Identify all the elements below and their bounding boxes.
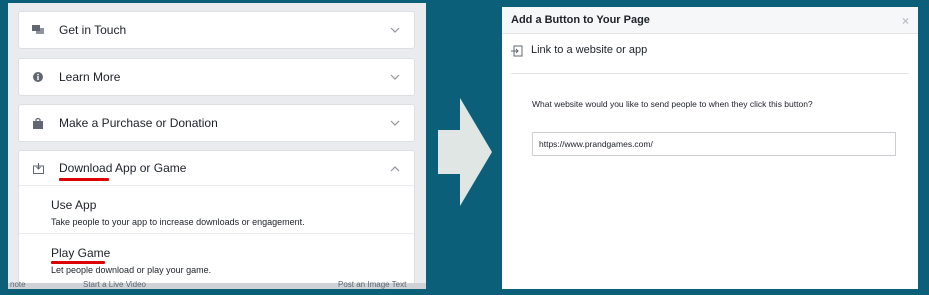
shopping-bag-icon	[31, 116, 45, 130]
chevron-down-icon	[390, 74, 400, 80]
cut-off-label: note	[10, 280, 26, 289]
right-arrow-icon	[438, 98, 492, 206]
download-icon	[31, 161, 45, 175]
chevron-up-icon	[390, 166, 400, 172]
accordion-label: Get in Touch	[59, 23, 127, 37]
accordion-learn-more[interactable]: Learn More	[18, 58, 415, 96]
option-title: Play Game	[51, 246, 110, 264]
accordion-get-in-touch[interactable]: Get in Touch	[18, 11, 415, 49]
accordion-purchase-donation[interactable]: Make a Purchase or Donation	[18, 104, 415, 142]
option-use-app[interactable]: Use App Take people to your app to incre…	[19, 185, 414, 233]
accordion-label: Learn More	[59, 70, 121, 84]
cut-off-label: Start a Live Video	[83, 280, 147, 289]
add-button-dialog: Add a Button to Your Page × Link to a we…	[502, 7, 918, 289]
website-question: What website would you like to send peop…	[532, 99, 813, 109]
dialog-title: Add a Button to Your Page	[511, 14, 650, 26]
chat-icon	[31, 23, 45, 37]
link-option-label: Link to a website or app	[531, 44, 648, 56]
dialog-header: Add a Button to Your Page ×	[502, 7, 918, 34]
link-out-icon	[511, 45, 523, 57]
accordion-download-app-game[interactable]: Download App or Game Use App Take people…	[18, 150, 415, 289]
cut-off-label: Post an Image Text	[338, 280, 407, 289]
chevron-down-icon	[390, 120, 400, 126]
info-icon	[31, 70, 45, 84]
highlight-underline	[59, 178, 109, 181]
accordion-label: Make a Purchase or Donation	[59, 116, 218, 130]
link-to-website-option[interactable]: Link to a website or app	[511, 44, 909, 74]
highlight-underline	[51, 261, 105, 264]
accordion-label: Download App or Game	[59, 161, 186, 181]
button-type-panel: Get in Touch Learn More Make a Purchase …	[8, 3, 426, 289]
option-description: Let people download or play your game.	[51, 265, 212, 275]
close-icon[interactable]: ×	[902, 14, 909, 28]
option-title: Use App	[51, 198, 97, 212]
cut-off-toolbar: note Start a Live Video Post an Image Te…	[8, 280, 426, 289]
option-description: Take people to your app to increase down…	[51, 217, 305, 227]
website-url-input[interactable]	[532, 132, 896, 156]
option-play-game[interactable]: Play Game Let people download or play yo…	[19, 233, 414, 281]
chevron-down-icon	[390, 27, 400, 33]
